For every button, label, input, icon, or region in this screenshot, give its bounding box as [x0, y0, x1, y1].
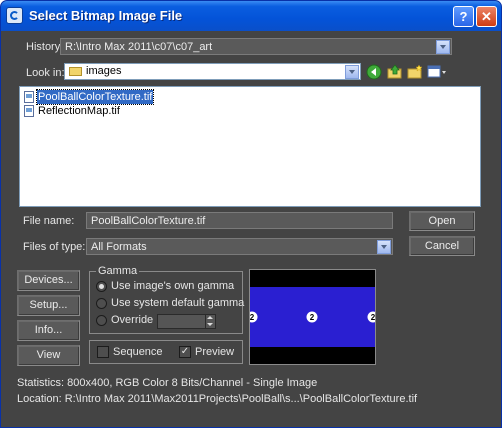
preview-label: Preview: [195, 346, 235, 358]
statistics-text: Statistics: 800x400, RGB Color 8 Bits/Ch…: [17, 377, 318, 389]
up-folder-icon[interactable]: [387, 64, 403, 80]
back-icon[interactable]: [366, 64, 382, 80]
gamma-override-label: Override: [111, 314, 154, 326]
setup-button[interactable]: Setup...: [17, 295, 80, 316]
tif-file-icon: [24, 105, 34, 117]
new-folder-icon[interactable]: [407, 64, 423, 80]
tif-file-icon: [24, 91, 34, 103]
sequence-label: Sequence: [113, 346, 163, 358]
files-of-type-dropdown[interactable]: All Formats: [86, 238, 393, 255]
look-in-value: images: [86, 65, 122, 77]
gamma-system-label: Use system default gamma: [111, 297, 245, 309]
cancel-button[interactable]: Cancel: [409, 236, 475, 256]
dialog-title: Select Bitmap Image File: [29, 8, 183, 23]
sequence-checkbox[interactable]: [97, 346, 109, 358]
files-of-type-label: Files of type:: [23, 241, 86, 253]
chevron-down-icon[interactable]: [436, 40, 450, 54]
info-button[interactable]: Info...: [17, 320, 80, 341]
history-dropdown[interactable]: R:\Intro Max 2011\c07\c07_art: [60, 38, 452, 55]
file-name-label: File name:: [23, 215, 75, 227]
file-list[interactable]: PoolBallColorTexture.tif ReflectionMap.t…: [19, 86, 481, 207]
ball-number: 2: [250, 313, 255, 322]
gamma-override-radio[interactable]: [96, 315, 107, 326]
gamma-system-radio[interactable]: [96, 298, 107, 309]
view-menu-icon[interactable]: [427, 64, 447, 80]
gamma-override-spinner[interactable]: [157, 314, 216, 329]
ball-number: 2: [310, 313, 315, 322]
spinner-arrows-icon[interactable]: [205, 315, 215, 328]
folder-icon: [69, 67, 82, 76]
title-bar[interactable]: Select Bitmap Image File ? ✕: [1, 1, 501, 31]
history-label: History:: [26, 41, 64, 53]
devices-button[interactable]: Devices...: [17, 270, 80, 291]
app-icon: [6, 7, 23, 24]
close-button[interactable]: ✕: [476, 6, 497, 27]
help-button[interactable]: ?: [453, 6, 474, 27]
files-of-type-value: All Formats: [91, 241, 147, 253]
file-name-text: PoolBallColorTexture.tif: [35, 89, 155, 105]
gamma-own-label: Use image's own gamma: [111, 280, 235, 292]
ball-number: 2: [371, 313, 375, 322]
preview-checkbox[interactable]: ✓: [179, 346, 191, 358]
pool-ball-texture-image: 2 2 2: [250, 270, 375, 364]
look-in-dropdown[interactable]: images: [64, 63, 361, 80]
gamma-own-radio[interactable]: [96, 281, 107, 292]
gamma-group-title: Gamma: [96, 265, 140, 277]
chevron-down-icon[interactable]: [345, 65, 359, 79]
dialog-window: Select Bitmap Image File ? ✕ History: R:…: [0, 0, 502, 428]
location-text: Location: R:\Intro Max 2011\Max2011Proje…: [17, 393, 418, 405]
preview-image: 2 2 2: [249, 269, 376, 365]
history-value: R:\Intro Max 2011\c07\c07_art: [65, 41, 213, 53]
file-name-text: ReflectionMap.tif: [38, 105, 120, 117]
look-in-label: Look in:: [26, 67, 65, 79]
chevron-down-icon[interactable]: [377, 240, 391, 254]
open-button[interactable]: Open: [409, 211, 475, 231]
file-name-input[interactable]: PoolBallColorTexture.tif: [86, 212, 393, 229]
view-button[interactable]: View: [17, 345, 80, 366]
